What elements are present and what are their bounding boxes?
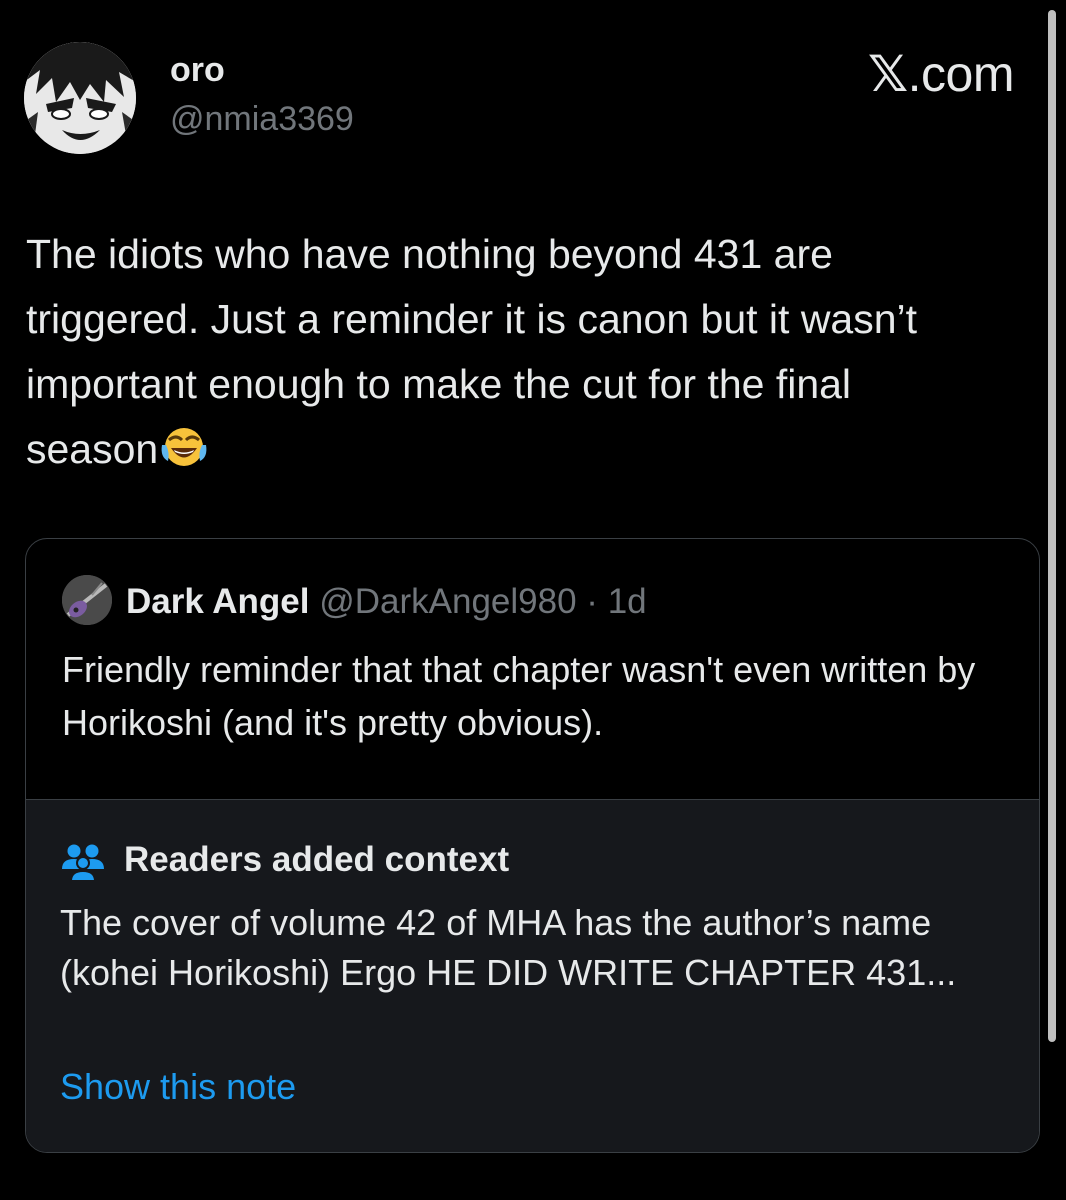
author-avatar[interactable]: [24, 42, 136, 154]
brand-logo: 𝕏.com: [867, 45, 1015, 103]
community-note: Readers added context The cover of volum…: [26, 799, 1039, 1152]
brand-suffix: .com: [907, 46, 1015, 102]
author-handle[interactable]: @nmia3369: [170, 99, 354, 139]
show-note-link[interactable]: Show this note: [60, 1062, 296, 1112]
quoted-tweet-time[interactable]: 1d: [608, 582, 647, 621]
quoted-author-avatar[interactable]: [62, 575, 112, 625]
quote-card[interactable]: Dark Angel @DarkAngel980 · 1d Friendly r…: [25, 538, 1040, 1153]
people-icon: [60, 842, 106, 882]
quoted-author-name[interactable]: Dark Angel: [126, 582, 309, 621]
scrollbar[interactable]: [1048, 10, 1056, 1042]
author-name[interactable]: oro: [170, 50, 225, 90]
community-note-title: Readers added context: [124, 840, 510, 879]
x-logo-icon: 𝕏: [867, 45, 908, 103]
guitar-avatar-icon: [62, 575, 112, 625]
quoted-author-handle[interactable]: @DarkAngel980: [319, 582, 576, 621]
face-with-tears-of-joy-icon: [160, 423, 208, 488]
quoted-tweet-text: Friendly reminder that that chapter wasn…: [62, 649, 976, 743]
tweet-text: The idiots who have nothing beyond 431 a…: [26, 222, 1048, 488]
quoted-tweet-header: Dark Angel @DarkAngel980 · 1d: [126, 581, 647, 623]
community-note-body: The cover of volume 42 of MHA has the au…: [60, 902, 957, 993]
manga-avatar-icon: [24, 42, 136, 154]
quoted-tweet[interactable]: Dark Angel @DarkAngel980 · 1d Friendly r…: [26, 539, 1039, 799]
header-separator: ·: [586, 582, 598, 621]
